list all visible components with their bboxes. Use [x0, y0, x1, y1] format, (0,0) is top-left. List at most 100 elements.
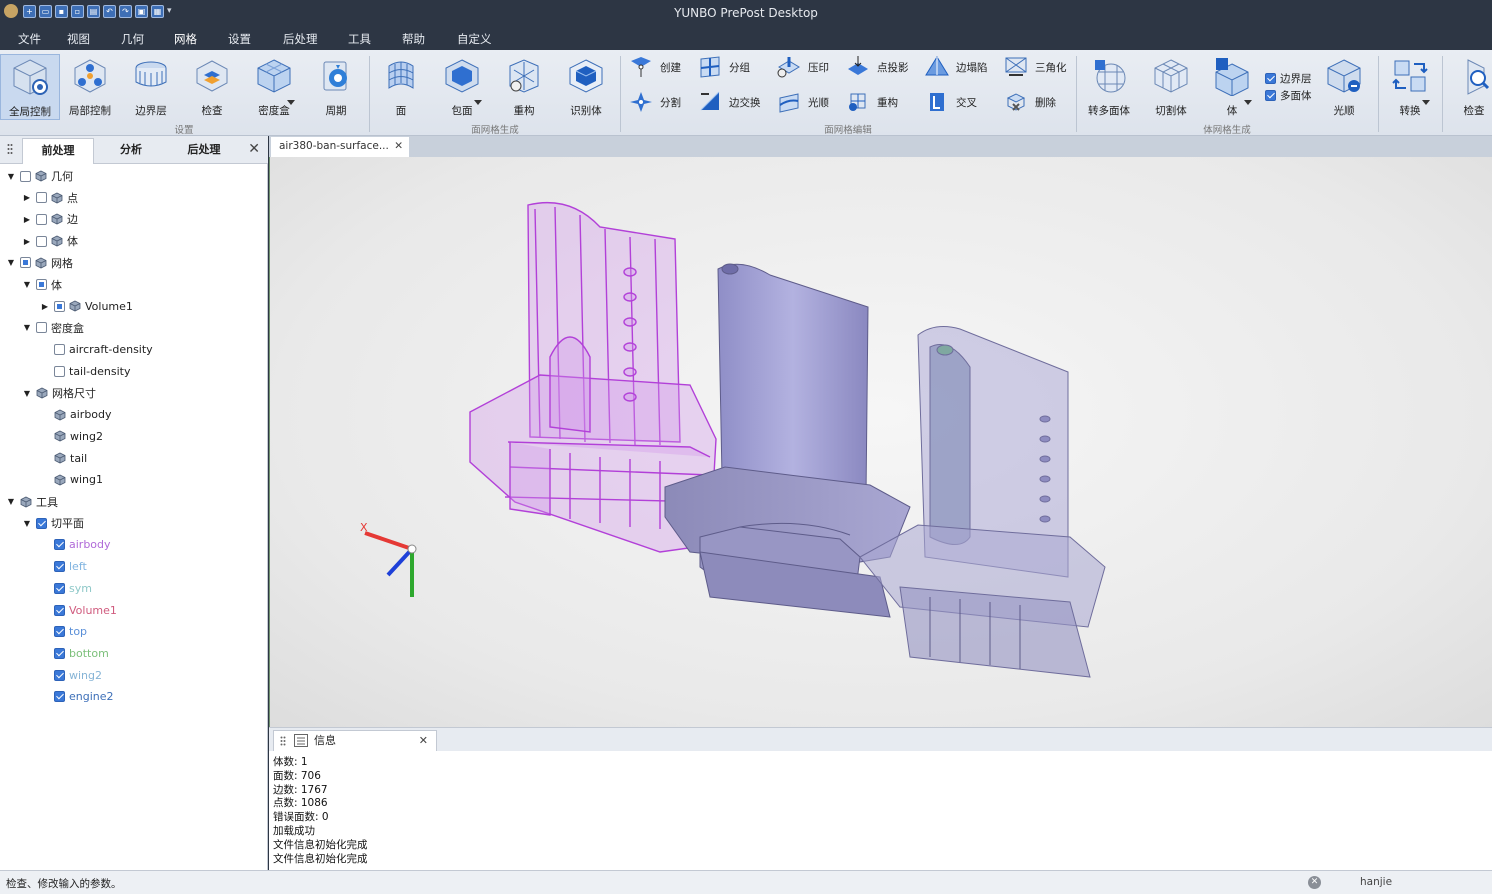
- group-button[interactable]: 分组: [697, 53, 750, 81]
- tree-checkbox[interactable]: [36, 279, 47, 290]
- menu-tools[interactable]: 工具: [348, 31, 371, 47]
- to-polyhedra-button[interactable]: 转多面体: [1079, 54, 1139, 120]
- tree-node[interactable]: ▶ 点: [22, 188, 78, 208]
- menu-settings[interactable]: 设置: [228, 31, 251, 47]
- tree-node[interactable]: ▶ 体: [22, 231, 78, 251]
- volume-smooth-button[interactable]: 光顺: [1314, 54, 1374, 120]
- tree-checkbox[interactable]: [36, 322, 47, 334]
- convert-button[interactable]: 转换: [1380, 54, 1440, 120]
- tree-node[interactable]: tail: [40, 448, 87, 468]
- menu-postprocess[interactable]: 后处理: [283, 31, 318, 47]
- tree-node[interactable]: airbody: [40, 405, 112, 425]
- menu-mesh[interactable]: 网格: [172, 31, 199, 52]
- tree-checkbox[interactable]: [54, 300, 65, 312]
- rebuild-button[interactable]: 重构: [494, 54, 554, 120]
- boundary-layer-checkbox[interactable]: 边界层: [1265, 71, 1312, 86]
- tree-node[interactable]: ▼ 网格尺寸: [22, 383, 96, 403]
- smooth-surface-button[interactable]: 光顺: [776, 88, 829, 116]
- collapse-arrow-icon[interactable]: ▼: [22, 280, 32, 289]
- tree-checkbox[interactable]: [20, 170, 31, 182]
- tree-checkbox[interactable]: [36, 235, 47, 247]
- volume-dropdown-icon[interactable]: [1244, 100, 1252, 105]
- tree-checkbox[interactable]: [54, 344, 65, 356]
- tree-node[interactable]: ▶ 边: [22, 209, 78, 229]
- collapse-arrow-icon[interactable]: ▼: [22, 323, 32, 332]
- volume-mesh-button[interactable]: 体: [1202, 54, 1262, 120]
- cut-cell-button[interactable]: 切割体: [1141, 54, 1201, 120]
- periodic-button[interactable]: 周期: [306, 54, 366, 120]
- tree-node[interactable]: ▼ 密度盒: [22, 318, 84, 338]
- imprint-button[interactable]: 压印: [776, 53, 829, 81]
- tree-node[interactable]: aircraft-density: [40, 340, 153, 360]
- tree-node[interactable]: ▼ 切平面: [22, 513, 84, 533]
- tree-checkbox[interactable]: [54, 647, 65, 659]
- boundary-layer-button[interactable]: 边界层: [121, 54, 181, 120]
- tree-node[interactable]: wing2: [40, 665, 102, 685]
- collapse-arrow-icon[interactable]: ▼: [6, 258, 16, 267]
- tree-node[interactable]: wing2: [40, 426, 103, 446]
- document-tab[interactable]: air380-ban-surface... ✕: [271, 137, 409, 157]
- inspect-button[interactable]: 检查: [1444, 54, 1492, 120]
- menu-file[interactable]: 文件: [18, 31, 41, 47]
- tab-postprocess[interactable]: 后处理: [168, 138, 240, 164]
- tree-node[interactable]: ▼ 工具: [6, 492, 58, 512]
- global-control-button[interactable]: 全局控制: [0, 54, 60, 120]
- tree-checkbox[interactable]: [36, 192, 47, 204]
- tree-node[interactable]: airbody: [40, 535, 111, 555]
- edge-collapse-button[interactable]: 边塌陷: [924, 53, 988, 81]
- tree-node[interactable]: ▼ 几何: [6, 166, 73, 186]
- 3d-viewport[interactable]: X: [269, 157, 1492, 727]
- collapse-arrow-icon[interactable]: ▼: [6, 497, 16, 506]
- remesh-button[interactable]: 重构: [845, 88, 898, 116]
- tree-node[interactable]: ▶ Volume1: [40, 296, 133, 316]
- wrap-button[interactable]: 包面: [432, 54, 492, 120]
- tree-node[interactable]: top: [40, 622, 87, 642]
- tab-preprocess[interactable]: 前处理: [22, 138, 94, 164]
- expand-arrow-icon[interactable]: ▶: [22, 237, 32, 246]
- menu-geometry[interactable]: 几何: [121, 31, 144, 47]
- tree-node[interactable]: ▼ 网格: [6, 253, 73, 273]
- delete-button[interactable]: 删除: [1003, 88, 1056, 116]
- surface-mesh-button[interactable]: 面: [371, 54, 431, 120]
- drag-handle-icon[interactable]: [280, 736, 286, 746]
- close-panel-icon[interactable]: ✕: [248, 141, 260, 157]
- tree-node[interactable]: wing1: [40, 470, 103, 490]
- tree-node[interactable]: bottom: [40, 643, 109, 663]
- density-box-button[interactable]: 密度盒: [244, 54, 304, 120]
- tree-checkbox[interactable]: [54, 691, 65, 703]
- collapse-arrow-icon[interactable]: ▼: [22, 519, 32, 528]
- collapse-arrow-icon[interactable]: ▼: [22, 389, 32, 398]
- tree-node[interactable]: sym: [40, 578, 92, 598]
- check-settings-button[interactable]: 检查: [182, 54, 242, 120]
- tree-checkbox[interactable]: [36, 517, 47, 529]
- expand-arrow-icon[interactable]: ▶: [22, 215, 32, 224]
- close-tab-icon[interactable]: ✕: [394, 137, 403, 156]
- tree-node[interactable]: engine2: [40, 687, 114, 707]
- identify-volume-button[interactable]: 识别体: [556, 54, 616, 120]
- split-button[interactable]: 分割: [628, 88, 681, 116]
- tree-checkbox[interactable]: [54, 669, 65, 681]
- expand-arrow-icon[interactable]: ▶: [40, 302, 50, 311]
- tree-node[interactable]: ▼ 体: [22, 275, 62, 295]
- wrap-dropdown-icon[interactable]: [474, 100, 482, 105]
- tree-node[interactable]: left: [40, 557, 87, 577]
- close-info-tab-icon[interactable]: ✕: [419, 731, 428, 750]
- tab-info[interactable]: 信息 ✕: [273, 730, 437, 751]
- tree-checkbox[interactable]: [36, 213, 47, 225]
- create-button[interactable]: 创建: [628, 53, 681, 81]
- tab-analysis[interactable]: 分析: [95, 138, 167, 164]
- menu-customize[interactable]: 自定义: [457, 31, 492, 47]
- tree-checkbox[interactable]: [54, 582, 65, 594]
- tree-checkbox[interactable]: [54, 626, 65, 638]
- edge-swap-button[interactable]: 边交换: [697, 88, 761, 116]
- point-project-button[interactable]: 点投影: [845, 53, 909, 81]
- tree-checkbox[interactable]: [54, 604, 65, 616]
- tree-checkbox[interactable]: [54, 561, 65, 573]
- drag-handle-icon[interactable]: [7, 143, 13, 157]
- tree-checkbox[interactable]: [54, 539, 65, 551]
- convert-dropdown-icon[interactable]: [1422, 100, 1430, 105]
- tree-checkbox[interactable]: [20, 257, 31, 269]
- density-box-dropdown-icon[interactable]: [287, 100, 295, 105]
- tree-node[interactable]: Volume1: [40, 600, 117, 620]
- intersect-button[interactable]: 交叉: [924, 88, 977, 116]
